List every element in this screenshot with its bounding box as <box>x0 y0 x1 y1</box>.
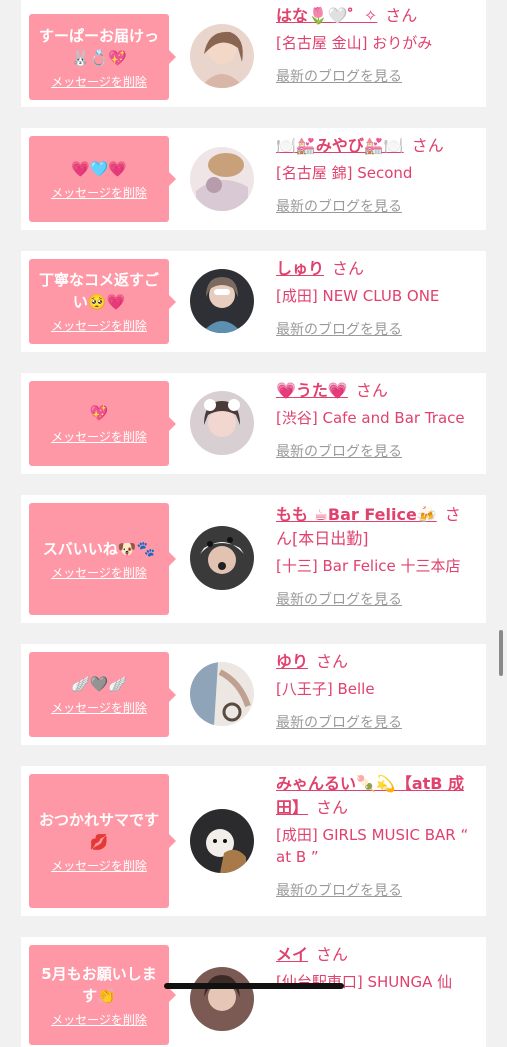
latest-blog-link[interactable]: 最新のブログを見る <box>276 319 402 339</box>
profile-name-link[interactable]: メイ <box>276 945 308 964</box>
shop-label: [名古屋 錦] Second <box>276 164 413 182</box>
delete-message-link[interactable]: メッセージを削除 <box>51 699 147 716</box>
list-item: 💖 メッセージを削除 💗うた💗 さん [渋谷] Cafe and Bar Trac… <box>21 373 486 474</box>
delete-message-link[interactable]: メッセージを削除 <box>51 1011 147 1028</box>
message-text: 丁寧なコメ返すごい🥺💗 <box>38 271 159 311</box>
list-item: おつかれサマです💋 メッセージを削除 みゃんるい🍡💫【atB 成田】 さん [成田… <box>21 766 486 916</box>
message-bubble: スバいいね🐶🐾 メッセージを削除 <box>29 503 176 615</box>
shop-label: [渋谷] Cafe and Bar Trace <box>276 409 465 427</box>
delete-message-link[interactable]: メッセージを削除 <box>51 73 147 90</box>
profile-name-link[interactable]: ゆり <box>276 652 308 671</box>
avatar[interactable] <box>190 24 254 88</box>
shop-label: [名古屋 金山] おりがみ <box>276 34 433 52</box>
message-text: すーぱーお届けっ🐰💍💖 <box>38 26 159 67</box>
message-bubble: すーぱーお届けっ🐰💍💖 メッセージを削除 <box>29 14 176 100</box>
honorific: さん <box>385 6 418 25</box>
delete-message-link[interactable]: メッセージを削除 <box>51 564 147 581</box>
delete-message-link[interactable]: メッセージを削除 <box>51 317 147 334</box>
honorific: さん <box>355 381 388 400</box>
message-text: 🪽🩶🪽 <box>70 675 128 693</box>
latest-blog-link[interactable]: 最新のブログを見る <box>276 441 402 461</box>
message-bubble: 💖 メッセージを削除 <box>29 381 176 466</box>
home-indicator[interactable] <box>164 983 344 989</box>
profile-name-link[interactable]: しゅり <box>276 259 324 278</box>
avatar[interactable] <box>190 391 254 455</box>
profile-info: 🍽️💒みやび💒🍽️ さん [名古屋 錦] Second 最新のブログを見る <box>276 134 476 216</box>
shop-label: [成田] GIRLS MUSIC BAR “ at B ” <box>276 826 469 866</box>
list-item: スバいいね🐶🐾 メッセージを削除 もも ☕Bar Felice🍻 さん[本日出勤]… <box>21 495 486 623</box>
profile-info: はな🌷🤍゜✧ さん [名古屋 金山] おりがみ 最新のブログを見る <box>276 4 476 86</box>
latest-blog-link[interactable]: 最新のブログを見る <box>276 712 402 732</box>
message-text: 💖 <box>89 404 109 422</box>
profile-info: しゅり さん [成田] NEW CLUB ONE 最新のブログを見る <box>276 257 476 339</box>
profile-name-link[interactable]: 💗うた💗 <box>276 381 348 400</box>
delete-message-link[interactable]: メッセージを削除 <box>51 428 147 445</box>
profile-name-link[interactable]: はな🌷🤍゜✧ <box>276 6 377 25</box>
list-item: 丁寧なコメ返すごい🥺💗 メッセージを削除 しゅり さん [成田] NEW CLUB… <box>21 251 486 352</box>
avatar[interactable] <box>190 967 254 1031</box>
honorific: さん <box>316 945 349 964</box>
avatar[interactable] <box>190 809 254 873</box>
shop-label: [十三] Bar Felice 十三本店 <box>276 557 461 575</box>
list-item: 5月もお願いします👏 メッセージを削除 メイ さん [仙台駅東口] SHUNGA … <box>21 937 486 1047</box>
honorific: さん <box>316 652 349 671</box>
honorific: さん <box>332 259 365 278</box>
delete-message-link[interactable]: メッセージを削除 <box>51 857 147 874</box>
avatar[interactable] <box>190 269 254 333</box>
profile-info: ゆり さん [八王子] Belle 最新のブログを見る <box>276 650 476 732</box>
delete-message-link[interactable]: メッセージを削除 <box>51 184 147 201</box>
message-bubble: 💗🩵💗 メッセージを削除 <box>29 136 176 222</box>
latest-blog-link[interactable]: 最新のブログを見る <box>276 66 402 86</box>
message-bubble: 5月もお願いします👏 メッセージを削除 <box>29 945 176 1045</box>
scrollbar[interactable] <box>499 630 503 676</box>
list-item: 💗🩵💗 メッセージを削除 🍽️💒みやび💒🍽️ さん [名古屋 錦] Second … <box>21 128 486 230</box>
avatar[interactable] <box>190 662 254 726</box>
profile-info: もも ☕Bar Felice🍻 さん[本日出勤] [十三] Bar Felice … <box>276 503 476 609</box>
profile-info: みゃんるい🍡💫【atB 成田】 さん [成田] GIRLS MUSIC BAR “… <box>276 772 476 900</box>
shop-label: [仙台駅東口] SHUNGA 仙 <box>276 973 453 991</box>
profile-name-link[interactable]: みゃんるい🍡💫【atB 成田】 <box>276 774 464 817</box>
list-item: すーぱーお届けっ🐰💍💖 メッセージを削除 はな🌷🤍゜✧ さん [名古屋 金山] お… <box>21 0 486 107</box>
honorific: さん <box>411 136 444 155</box>
latest-blog-link[interactable]: 最新のブログを見る <box>276 196 402 216</box>
message-text: おつかれサマです💋 <box>38 810 159 851</box>
avatar[interactable] <box>190 147 254 211</box>
shop-label: [成田] NEW CLUB ONE <box>276 287 440 305</box>
latest-blog-link[interactable]: 最新のブログを見る <box>276 880 402 900</box>
message-text: 💗🩵💗 <box>70 159 128 178</box>
profile-name-link[interactable]: もも ☕Bar Felice🍻 <box>276 505 437 524</box>
work-status: [本日出勤] <box>292 529 369 548</box>
message-bubble: おつかれサマです💋 メッセージを削除 <box>29 774 176 908</box>
message-text: スバいいね🐶🐾 <box>42 539 156 558</box>
avatar[interactable] <box>190 526 254 590</box>
message-bubble: 🪽🩶🪽 メッセージを削除 <box>29 652 176 737</box>
list-item: 🪽🩶🪽 メッセージを削除 ゆり さん [八王子] Belle 最新のブログを見る <box>21 644 486 745</box>
profile-info: 💗うた💗 さん [渋谷] Cafe and Bar Trace 最新のブログを見る <box>276 379 476 461</box>
profile-name-link[interactable]: 🍽️💒みやび💒🍽️ <box>276 136 404 155</box>
latest-blog-link[interactable]: 最新のブログを見る <box>276 589 402 609</box>
message-bubble: 丁寧なコメ返すごい🥺💗 メッセージを削除 <box>29 259 176 344</box>
honorific: さん <box>316 798 349 817</box>
shop-label: [八王子] Belle <box>276 680 375 698</box>
